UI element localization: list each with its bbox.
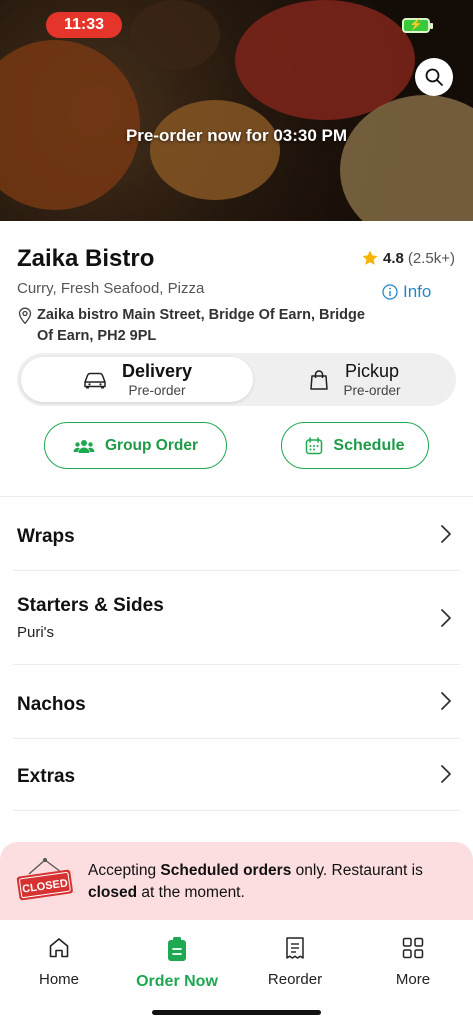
- group-icon: [73, 439, 95, 453]
- schedule-button[interactable]: Schedule: [281, 422, 429, 469]
- order-mode-toggle: Delivery Pre-order Pickup Pre-order: [17, 353, 456, 406]
- category-title: Nachos: [17, 694, 86, 715]
- restaurant-name: Zaika Bistro: [17, 245, 155, 272]
- shopping-bag-icon: [310, 369, 329, 390]
- nav-order-now-label: Order Now: [136, 973, 218, 990]
- grid-icon: [402, 937, 424, 959]
- category-row-nachos[interactable]: Nachos: [0, 665, 473, 738]
- row-divider: [13, 810, 460, 811]
- info-label: Info: [403, 282, 432, 301]
- rating: 4.8 (2.5k+): [361, 249, 455, 267]
- pickup-option[interactable]: Pickup Pre-order: [257, 357, 453, 402]
- nav-order-now[interactable]: Order Now: [127, 936, 227, 991]
- chevron-right-icon: [441, 609, 451, 627]
- order-bag-icon: [168, 937, 186, 961]
- home-icon: [49, 938, 69, 958]
- search-button[interactable]: [415, 58, 453, 96]
- category-row-wraps[interactable]: Wraps: [0, 497, 473, 570]
- nav-more-label: More: [395, 971, 431, 988]
- group-order-button[interactable]: Group Order: [44, 422, 227, 469]
- nav-home[interactable]: Home: [9, 936, 109, 988]
- category-title: Wraps: [17, 526, 75, 547]
- car-icon: [84, 372, 106, 388]
- schedule-label: Schedule: [333, 436, 405, 454]
- pickup-sub: Pre-order: [343, 383, 401, 398]
- delivery-sub: Pre-order: [128, 383, 186, 398]
- cuisine-list: Curry, Fresh Seafood, Pizza: [17, 280, 205, 297]
- receipt-icon: [286, 937, 304, 959]
- pickup-label: Pickup: [344, 361, 400, 381]
- chevron-right-icon: [441, 765, 451, 783]
- category-subtitle: Puri's: [17, 624, 55, 641]
- nav-reorder-label: Reorder: [267, 971, 323, 988]
- delivery-option[interactable]: Delivery Pre-order: [21, 357, 253, 402]
- category-title: Starters & Sides: [17, 595, 164, 616]
- status-time: 11:33: [46, 12, 122, 38]
- chevron-right-icon: [441, 525, 451, 543]
- info-icon: [382, 284, 398, 300]
- category-title: Extras: [17, 766, 76, 787]
- hero-banner: 11:33 ⚡ Pre-order now for 03:30 PM: [0, 0, 473, 221]
- rating-value: 4.8: [383, 249, 404, 267]
- calendar-icon: [306, 436, 323, 454]
- home-indicator: [152, 1010, 321, 1015]
- chevron-right-icon: [441, 692, 451, 710]
- nav-reorder[interactable]: Reorder: [245, 936, 345, 988]
- delivery-label: Delivery: [121, 361, 193, 381]
- preorder-banner-text: Pre-order now for 03:30 PM: [125, 126, 348, 145]
- category-row-extras[interactable]: Extras: [0, 739, 473, 811]
- notice-message: Accepting Scheduled orders only. Restaur…: [88, 862, 423, 901]
- category-row-starters-sides[interactable]: Starters & Sides Puri's: [0, 571, 473, 664]
- search-icon: [425, 68, 443, 86]
- closed-sign-icon: CLOSED: [16, 858, 73, 901]
- address-name: Zaika bistro: [37, 307, 119, 323]
- closed-notice: CLOSED Accepting Scheduled orders only. …: [0, 842, 473, 920]
- nav-more[interactable]: More: [363, 936, 463, 988]
- info-link[interactable]: Info: [382, 282, 431, 302]
- group-order-label: Group Order: [104, 436, 198, 454]
- restaurant-address: Zaika bistro Main Street, Bridge Of Earn…: [17, 305, 377, 347]
- battery-icon: ⚡: [402, 18, 433, 33]
- nav-home-label: Home: [38, 971, 79, 988]
- rating-count: (2.5k+): [407, 249, 455, 267]
- star-icon: [362, 250, 378, 265]
- location-pin-icon: [18, 307, 32, 325]
- bottom-nav: Home Order Now Reorder More: [0, 920, 473, 1024]
